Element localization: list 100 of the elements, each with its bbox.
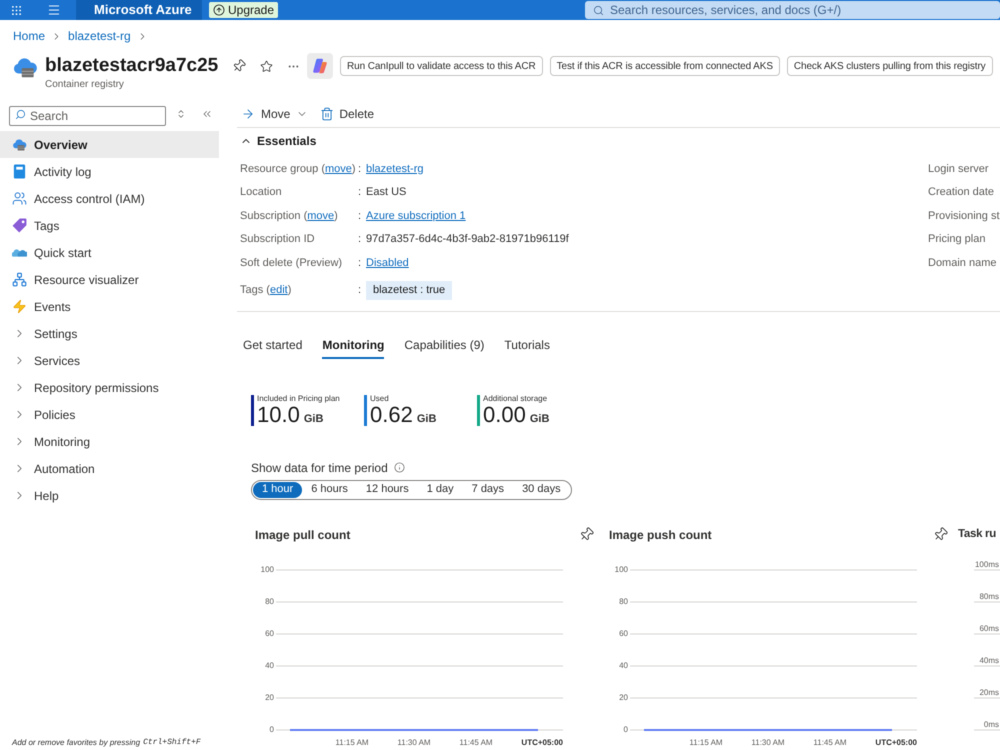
- lightning-icon: [12, 299, 26, 314]
- delete-button[interactable]: Delete: [320, 104, 374, 122]
- inline-link[interactable]: edit: [270, 284, 288, 296]
- nav-group[interactable]: Repository permissions: [0, 374, 219, 401]
- nav-group[interactable]: Automation: [0, 455, 219, 482]
- field-label: Resource group (move): [240, 162, 356, 174]
- value-link[interactable]: blazetest-rg: [366, 160, 424, 177]
- axis-label: 11:45 AM: [813, 738, 847, 746]
- inline-link[interactable]: move: [307, 210, 334, 222]
- period-option[interactable]: 6 hours: [302, 482, 357, 498]
- axis-label: 0ms: [984, 720, 999, 728]
- axis-label: 20: [265, 692, 274, 702]
- field-separator: :: [358, 232, 362, 247]
- metric-unit: GiB: [530, 412, 550, 426]
- axis-label: 80: [265, 596, 274, 606]
- axis-label: 11:45 AM: [459, 738, 493, 746]
- value-link[interactable]: Disabled: [366, 254, 409, 271]
- search-field[interactable]: Search: [9, 106, 166, 126]
- tab[interactable]: Monitoring: [322, 334, 384, 358]
- field-separator: :: [358, 162, 362, 176]
- field-label: Tags (edit): [240, 284, 292, 296]
- cloud-server-icon: [12, 56, 38, 78]
- inline-link[interactable]: move: [325, 162, 352, 174]
- field-value: East US: [366, 185, 406, 200]
- breadcrumb-link[interactable]: blazetest-rg: [68, 27, 131, 45]
- axis-title: UTC+05:00: [875, 738, 917, 746]
- chart-title: Image pull count: [255, 526, 350, 544]
- field-label: Domain name: [928, 256, 996, 270]
- time-period-label: Show data for time period: [251, 460, 388, 476]
- brand-link[interactable]: Microsoft Azure: [76, 0, 202, 20]
- nav-item[interactable]: Events: [0, 293, 219, 320]
- field-label: Subscription (move): [240, 210, 338, 222]
- field-label: Login server: [928, 162, 989, 176]
- nav-item[interactable]: Access control (IAM): [0, 185, 219, 212]
- nav-group[interactable]: Services: [0, 347, 219, 374]
- action-button[interactable]: Check AKS clusters pulling from this registry: [786, 56, 993, 76]
- people-icon: [12, 191, 26, 206]
- period-option[interactable]: 12 hours: [356, 482, 418, 498]
- axis-label: 40: [619, 660, 628, 670]
- pin-button[interactable]: [578, 526, 594, 542]
- move-dropdown[interactable]: Move: [240, 104, 308, 122]
- favorite-button[interactable]: [258, 58, 274, 74]
- tab[interactable]: Tutorials: [504, 334, 550, 358]
- essentials-toggle[interactable]: Essentials: [237, 128, 316, 154]
- upgrade-button[interactable]: Upgrade: [209, 2, 278, 18]
- metric-value: 10.0: [257, 404, 300, 426]
- nav-group[interactable]: Monitoring: [0, 428, 219, 455]
- menu-icon: [47, 3, 61, 17]
- nav-item[interactable]: Quick start: [0, 239, 219, 266]
- info-icon: [394, 462, 405, 473]
- axis-label: 80ms: [979, 592, 999, 600]
- period-option[interactable]: 30 days: [513, 482, 570, 498]
- nav-group[interactable]: Policies: [0, 401, 219, 428]
- axis-title: UTC+05:00: [521, 738, 563, 746]
- nav-group[interactable]: Help: [0, 482, 219, 509]
- search-field[interactable]: Search resources, services, and docs (G+/): [585, 1, 1000, 19]
- breadcrumb-link[interactable]: Home: [13, 27, 46, 45]
- star-icon: [260, 60, 272, 72]
- axis-label: 20: [619, 692, 628, 702]
- metric-unit: GiB: [416, 412, 436, 426]
- axis-label: 80: [619, 596, 628, 606]
- metric-label: Included in Pricing plan: [257, 394, 340, 404]
- arrow-up-circle-icon: [213, 4, 225, 16]
- field-separator: :: [358, 208, 362, 224]
- nav-item[interactable]: Resource visualizer: [0, 266, 219, 293]
- axis-label: 0: [624, 724, 628, 734]
- trash-icon: [320, 106, 334, 120]
- axis-label: 11:30 AM: [751, 738, 785, 746]
- chart-title: Image push count: [609, 526, 712, 544]
- action-button[interactable]: Test if this ACR is accessible from connected AKS: [550, 56, 780, 76]
- tab[interactable]: Get started: [243, 334, 302, 358]
- nav-group[interactable]: Settings: [0, 320, 219, 347]
- axis-label: 11:30 AM: [397, 738, 431, 746]
- metric-value: 0.62: [370, 404, 413, 426]
- axis-label: 20ms: [979, 688, 999, 696]
- period-option[interactable]: 1 hour: [253, 482, 302, 498]
- action-button[interactable]: Run CanIpull to validate access to this ACR: [340, 56, 543, 76]
- field-separator: :: [358, 282, 362, 298]
- nav-item[interactable]: Tags: [0, 212, 219, 239]
- field-separator: :: [358, 185, 362, 200]
- axis-label: 11:15 AM: [689, 738, 723, 746]
- tab[interactable]: Capabilities (9): [404, 334, 484, 358]
- axis-label: 100: [260, 564, 274, 574]
- value-link[interactable]: Azure subscription 1: [366, 208, 466, 224]
- grid-dots-icon: [12, 6, 20, 14]
- period-option[interactable]: 1 day: [418, 482, 463, 498]
- pin-button[interactable]: [932, 526, 948, 542]
- field-label: Provisioning st: [928, 208, 1000, 224]
- axis-label: 100ms: [974, 560, 999, 568]
- period-option[interactable]: 7 days: [462, 482, 514, 498]
- assistant-button[interactable]: [307, 53, 333, 79]
- metric-value: 0.00: [483, 404, 526, 426]
- notebook-icon: [12, 164, 26, 179]
- nav-item[interactable]: Overview: [0, 131, 219, 158]
- axis-label: 40ms: [979, 656, 999, 664]
- resource-title: blazetestacr9a7c25: [45, 54, 220, 78]
- metric-unit: GiB: [304, 412, 324, 426]
- nav-item[interactable]: Activity log: [0, 158, 219, 185]
- metric-label: Used: [370, 394, 390, 404]
- pin-button[interactable]: [231, 58, 247, 74]
